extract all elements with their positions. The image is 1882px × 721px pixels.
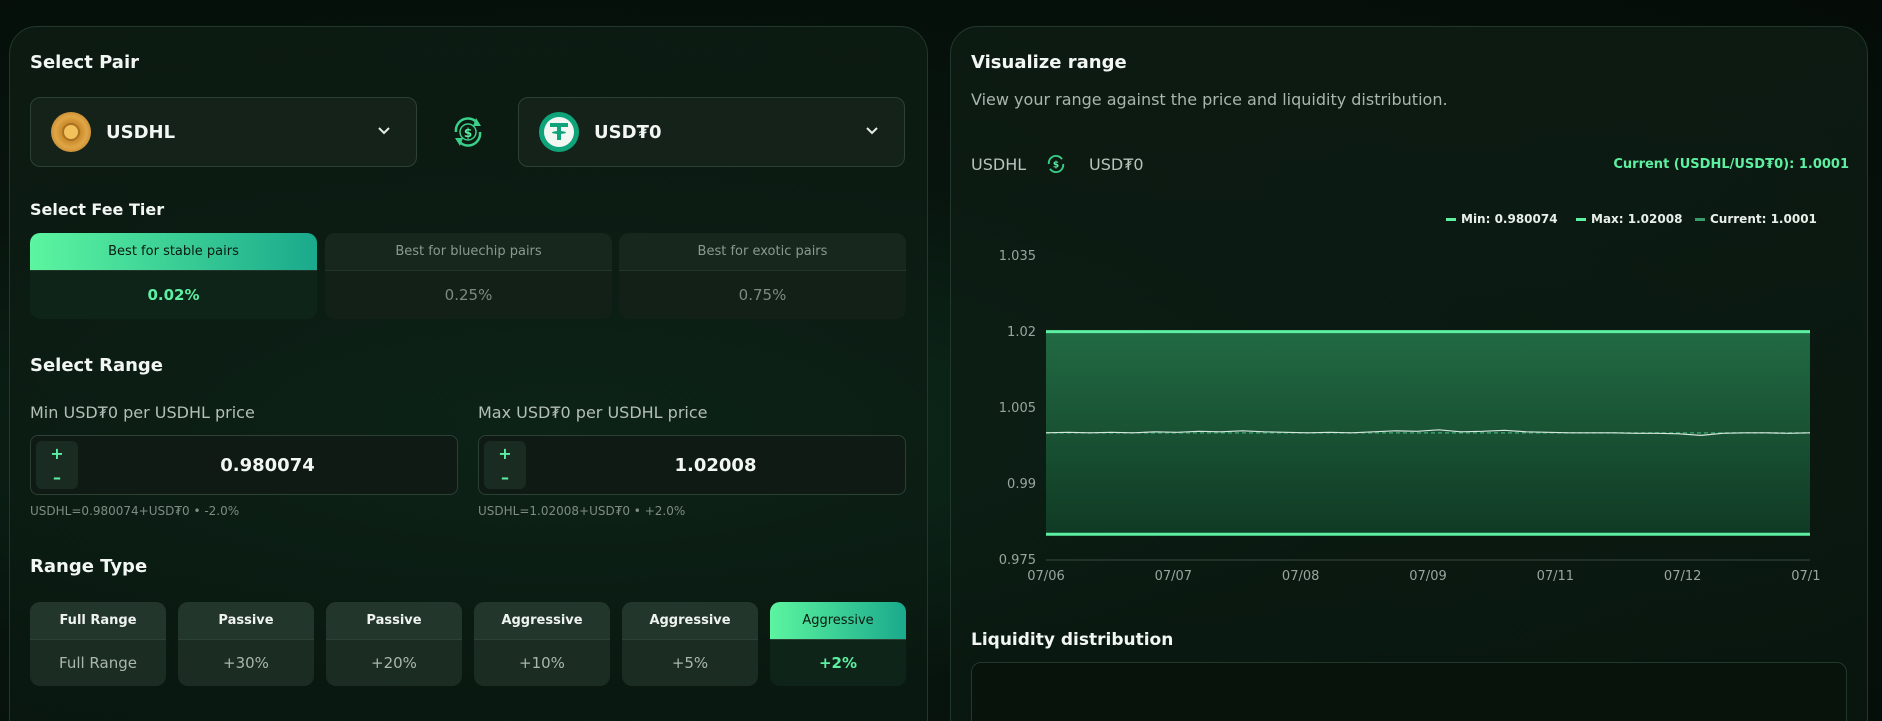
svg-text:$: $ bbox=[1053, 161, 1059, 171]
fee-tier-stable[interactable]: Best for stable pairs 0.02% bbox=[30, 233, 317, 319]
fee-tier-exotic[interactable]: Best for exotic pairs 0.75% bbox=[619, 233, 906, 319]
max-price-input[interactable]: + – 1.02008 bbox=[478, 435, 906, 495]
max-price-value[interactable]: 1.02008 bbox=[526, 436, 905, 494]
visualize-range-subtitle: View your range against the price and li… bbox=[971, 90, 1448, 109]
y-tick-label: 1.035 bbox=[999, 249, 1036, 264]
range-type-aggressive-10[interactable]: Aggressive +10% bbox=[474, 602, 610, 686]
y-tick-label: 1.005 bbox=[999, 401, 1036, 416]
range-type-value: Full Range bbox=[59, 654, 137, 672]
range-type-value: +2% bbox=[770, 640, 906, 686]
y-tick-label: 0.975 bbox=[999, 553, 1036, 568]
chevron-down-icon bbox=[378, 127, 390, 135]
range-type-full[interactable]: Full Range Full Range bbox=[30, 602, 166, 686]
range-type-aggressive-2[interactable]: Aggressive +2% bbox=[770, 602, 906, 686]
min-price-input[interactable]: + – 0.980074 bbox=[30, 435, 458, 495]
fee-tier-value: 0.25% bbox=[444, 286, 493, 304]
min-price-label: Min USD₮0 per USDHL price bbox=[30, 403, 255, 422]
x-tick-label: 07/13 bbox=[1791, 569, 1820, 584]
range-type-value: +30% bbox=[223, 654, 269, 672]
min-price-hint: USDHL=0.980074+USD₮0 • -2.0% bbox=[30, 504, 240, 518]
x-tick-label: 07/07 bbox=[1155, 569, 1192, 584]
legend-min-text: Min: 0.980074 bbox=[1461, 212, 1558, 226]
fee-tier-bluechip[interactable]: Best for bluechip pairs 0.25% bbox=[325, 233, 612, 319]
max-price-hint: USDHL=1.02008+USD₮0 • +2.0% bbox=[478, 504, 686, 518]
legend-max-text: Max: 1.02008 bbox=[1591, 212, 1683, 226]
range-type-label: Aggressive bbox=[770, 602, 906, 640]
price-range-chart: 1.035 1.02 1.005 0.99 0.97507/06 07/07 07/08 07… bbox=[999, 249, 1820, 584]
legend-swatch bbox=[1446, 217, 1456, 221]
increment-button[interactable]: + bbox=[50, 444, 63, 463]
range-type-label: Full Range bbox=[30, 602, 166, 640]
legend-min: Min: 0.980074 bbox=[1446, 212, 1558, 226]
legend-current: Current: 1.0001 bbox=[1695, 212, 1817, 226]
max-price-stepper: + – bbox=[484, 441, 526, 489]
decrement-button[interactable]: – bbox=[53, 468, 61, 487]
select-pair-title: Select Pair bbox=[30, 52, 139, 73]
x-tick-label: 07/06 bbox=[1027, 569, 1064, 584]
x-tick-label: 07/09 bbox=[1409, 569, 1446, 584]
fee-tier-label: Best for exotic pairs bbox=[619, 233, 906, 271]
token-a-name: USDHL bbox=[106, 121, 176, 143]
token-b-name: USD₮0 bbox=[594, 121, 662, 143]
increment-button[interactable]: + bbox=[498, 444, 511, 463]
fee-tier-label: Best for bluechip pairs bbox=[325, 233, 612, 271]
max-price-label: Max USD₮0 per USDHL price bbox=[478, 403, 708, 422]
range-type-value: +10% bbox=[519, 654, 565, 672]
dollar-swap-icon: $ bbox=[1047, 155, 1065, 173]
y-tick-label: 0.99 bbox=[1007, 477, 1036, 492]
chevron-down-icon bbox=[866, 127, 878, 135]
fee-tier-value: 0.02% bbox=[30, 271, 317, 319]
pair-b-label: USD₮0 bbox=[1089, 155, 1144, 174]
fee-tier-title: Select Fee Tier bbox=[30, 200, 165, 219]
usdhl-coin-icon bbox=[51, 112, 91, 152]
y-tick-label: 1.02 bbox=[1007, 325, 1036, 340]
x-tick-label: 07/12 bbox=[1664, 569, 1701, 584]
range-type-label: Passive bbox=[178, 602, 314, 640]
range-type-aggressive-5[interactable]: Aggressive +5% bbox=[622, 602, 758, 686]
select-range-title: Select Range bbox=[30, 355, 164, 376]
token-a-select[interactable]: USDHL bbox=[30, 97, 417, 167]
token-b-select[interactable]: USD₮0 bbox=[518, 97, 905, 167]
range-type-label: Passive bbox=[326, 602, 462, 640]
current-price-label: Current (USDHL/USD₮0): 1.0001 bbox=[1613, 157, 1849, 172]
range-type-value: +20% bbox=[371, 654, 417, 672]
range-type-label: Aggressive bbox=[474, 602, 610, 640]
legend-swatch bbox=[1695, 217, 1705, 221]
liquidity-distribution-title: Liquidity distribution bbox=[971, 630, 1174, 650]
range-type-value: +5% bbox=[671, 654, 709, 672]
legend-swatch bbox=[1576, 217, 1586, 221]
tether-icon bbox=[539, 112, 579, 152]
min-price-value[interactable]: 0.980074 bbox=[78, 436, 457, 494]
dollar-swap-icon[interactable]: $ bbox=[448, 112, 488, 152]
liquidity-distribution-chart bbox=[971, 662, 1847, 721]
range-type-passive-20[interactable]: Passive +20% bbox=[326, 602, 462, 686]
svg-text:$: $ bbox=[464, 126, 472, 140]
fee-tier-value: 0.75% bbox=[738, 286, 787, 304]
pair-a-label: USDHL bbox=[971, 155, 1027, 174]
range-type-title: Range Type bbox=[30, 556, 148, 577]
range-type-passive-30[interactable]: Passive +30% bbox=[178, 602, 314, 686]
x-tick-label: 07/08 bbox=[1282, 569, 1319, 584]
min-price-stepper: + – bbox=[36, 441, 78, 489]
x-tick-label: 07/11 bbox=[1537, 569, 1574, 584]
fee-tier-label: Best for stable pairs bbox=[30, 233, 317, 271]
range-type-label: Aggressive bbox=[622, 602, 758, 640]
legend-current-text: Current: 1.0001 bbox=[1710, 212, 1817, 226]
decrement-button[interactable]: – bbox=[501, 468, 509, 487]
visualize-range-title: Visualize range bbox=[971, 52, 1127, 73]
legend-max: Max: 1.02008 bbox=[1576, 212, 1682, 226]
